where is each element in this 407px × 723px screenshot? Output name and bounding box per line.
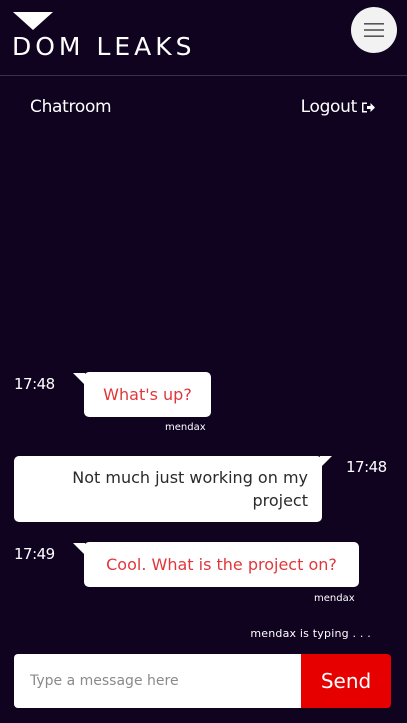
message-time: 17:49 xyxy=(14,545,55,563)
chatroom-link[interactable]: Chatroom xyxy=(30,97,112,117)
logout-link[interactable]: Logout xyxy=(301,97,376,117)
message-sender: mendax xyxy=(314,593,355,604)
message-bubble-incoming: What's up? xyxy=(84,372,211,417)
hamburger-icon xyxy=(364,23,384,37)
logo-triangle-icon xyxy=(13,12,53,30)
sign-out-icon xyxy=(362,102,375,112)
app-header: DOM LEAKS xyxy=(0,0,407,76)
typing-indicator: mendax is typing . . . xyxy=(250,627,371,640)
brand-title: DOM LEAKS xyxy=(12,32,196,61)
send-button[interactable]: Send xyxy=(301,654,391,708)
message-sender: mendax xyxy=(165,422,206,433)
message-time: 17:48 xyxy=(346,458,387,476)
message-bubble-incoming: Cool. What is the project on? xyxy=(84,542,359,587)
logout-label: Logout xyxy=(300,97,358,117)
message-bubble-outgoing: Not much just working on my project xyxy=(14,456,322,522)
message-input[interactable] xyxy=(14,654,301,708)
menu-button[interactable] xyxy=(351,7,397,53)
chat-page: DOM LEAKS Chatroom Logout 17:48 What's u… xyxy=(0,0,407,723)
bubble-tail xyxy=(320,456,332,468)
message-time: 17:48 xyxy=(14,375,55,393)
